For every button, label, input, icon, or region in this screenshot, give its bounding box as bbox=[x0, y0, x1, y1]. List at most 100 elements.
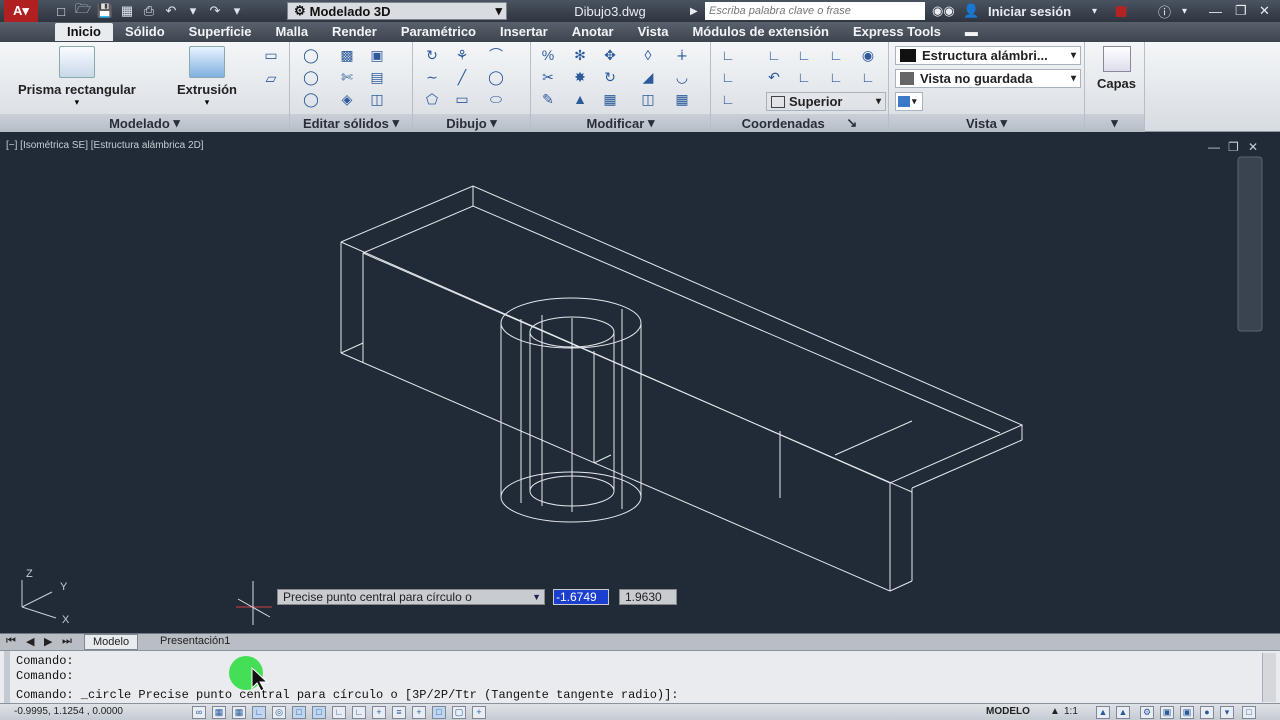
ucs-view-icon[interactable]: ∟ bbox=[825, 45, 847, 65]
panel-title-modelado[interactable]: Modelado ▾ bbox=[0, 114, 289, 132]
snap-mode-icon[interactable]: ▦ bbox=[212, 706, 226, 719]
command-grip[interactable] bbox=[4, 651, 10, 704]
selection-cycling-icon[interactable]: ▢ bbox=[452, 706, 466, 719]
edit-pencil-icon[interactable]: ✎ bbox=[537, 89, 559, 109]
layers-button[interactable]: Capas bbox=[1097, 46, 1136, 91]
extrude-button[interactable]: Extrusión ▾ bbox=[177, 46, 237, 108]
clean-screen-icon[interactable]: □ bbox=[1242, 706, 1256, 719]
rectangle-icon[interactable]: ▭ bbox=[451, 89, 473, 109]
coordinates-readout[interactable]: -0.9995, 1.1254 , 0.0000 bbox=[14, 706, 123, 717]
slice-icon[interactable]: ▣ bbox=[366, 45, 388, 65]
isolate-objects-icon[interactable]: ● bbox=[1200, 706, 1214, 719]
subtract-icon[interactable]: ◯ bbox=[300, 67, 322, 87]
mirror-icon[interactable]: ◊ bbox=[637, 45, 659, 65]
helix-icon[interactable]: ⚘ bbox=[451, 45, 473, 65]
ucs-previous-icon[interactable]: ↶ bbox=[763, 67, 785, 87]
drawing-canvas[interactable]: Z Y X — ❐ ✕ bbox=[0, 133, 1280, 633]
minimize-icon[interactable]: — bbox=[1209, 0, 1222, 22]
command-window[interactable]: Comando: Comando: Comando: _circle Preci… bbox=[0, 650, 1280, 704]
drawing-viewport[interactable]: [−] [Isométrica SE] [Estructura alámbric… bbox=[0, 133, 1280, 655]
annotation-scale[interactable]: 1:1 bbox=[1064, 706, 1078, 717]
tab-inicio[interactable]: Inicio bbox=[55, 23, 113, 41]
panel-title-vista[interactable]: Vista ▾ bbox=[889, 114, 1084, 132]
ucs-z-icon[interactable]: ∟ bbox=[857, 67, 879, 87]
dynamic-ucs-icon[interactable]: ∟ bbox=[352, 706, 366, 719]
presspull-icon[interactable]: ▩ bbox=[336, 45, 358, 65]
workspace-switch-icon[interactable]: ⚙ bbox=[1140, 706, 1154, 719]
smooth-object-icon[interactable]: ▭ bbox=[260, 45, 282, 65]
3d-move-icon[interactable]: ✥ bbox=[599, 45, 621, 65]
print-icon[interactable]: ⎙ bbox=[138, 2, 160, 20]
ucs-icon[interactable]: ∟ bbox=[717, 45, 739, 65]
tab-superficie[interactable]: Superficie bbox=[177, 23, 264, 41]
viewport-restore-icon[interactable]: ❐ bbox=[1228, 140, 1239, 154]
ucs-y-icon[interactable]: ∟ bbox=[825, 67, 847, 87]
next-layout-icon[interactable]: ▶ bbox=[44, 635, 52, 648]
ellipse-icon[interactable]: ⬭ bbox=[485, 89, 507, 109]
command-scrollbar[interactable] bbox=[1262, 653, 1276, 702]
ucs-named-icon[interactable]: ∟ bbox=[717, 67, 739, 87]
view-direction-select[interactable]: Superior ▾ bbox=[766, 92, 886, 111]
3d-array-icon[interactable]: ▲ bbox=[569, 89, 591, 109]
dynamic-input-icon[interactable]: + bbox=[372, 706, 386, 719]
command-input[interactable]: Comando: _circle Precise punto central p… bbox=[16, 688, 679, 702]
line-icon[interactable]: ╱ bbox=[451, 67, 473, 87]
polysolid-icon[interactable]: ↻ bbox=[421, 45, 443, 65]
ortho-mode-icon[interactable]: ∟ bbox=[252, 706, 266, 719]
model-space-toggle[interactable]: MODELO bbox=[986, 706, 1030, 717]
intersect-icon[interactable]: ◯ bbox=[300, 89, 322, 109]
polygon-icon[interactable]: ⬠ bbox=[421, 89, 443, 109]
dynamic-input-x[interactable]: -1.6749 bbox=[553, 589, 609, 605]
extract-edges-icon[interactable]: ▤ bbox=[366, 67, 388, 87]
3d-align-icon[interactable]: ✸ bbox=[569, 67, 591, 87]
erase-icon[interactable]: ✂ bbox=[537, 67, 559, 87]
tab-insertar[interactable]: Insertar bbox=[488, 23, 560, 41]
help-dropdown-icon[interactable]: ▾ bbox=[1182, 0, 1187, 22]
tab-modulos[interactable]: Módulos de extensión bbox=[680, 23, 841, 41]
infer-constraints-icon[interactable]: ∞ bbox=[192, 706, 206, 719]
tab-vista[interactable]: Vista bbox=[626, 23, 681, 41]
quick-properties-icon[interactable]: □ bbox=[432, 706, 446, 719]
hardware-accel-icon[interactable]: ▣ bbox=[1180, 706, 1194, 719]
exchange-icon[interactable]: ▦ bbox=[1115, 0, 1127, 22]
annotation-scale-icon[interactable]: ▲ bbox=[1050, 706, 1060, 717]
3d-rotate-icon[interactable]: ✻ bbox=[569, 45, 591, 65]
restore-icon[interactable]: ❐ bbox=[1235, 0, 1247, 22]
ucs-origin-icon[interactable]: ∟ bbox=[793, 45, 815, 65]
panel-title-coordenadas[interactable]: Coordenadas ↘ bbox=[711, 114, 888, 132]
object-snap-icon[interactable]: □ bbox=[292, 706, 306, 719]
object-snap-tracking-icon[interactable]: ∟ bbox=[332, 706, 346, 719]
tab-render[interactable]: Render bbox=[320, 23, 389, 41]
trim-icon[interactable]: ∔ bbox=[671, 45, 693, 65]
arc-icon[interactable]: ⌒ bbox=[485, 45, 507, 65]
search-input[interactable]: Escriba palabra clave o frase bbox=[705, 2, 925, 20]
save-icon[interactable]: 💾 bbox=[94, 2, 116, 20]
signin-dropdown-icon[interactable]: ▾ bbox=[1092, 0, 1097, 22]
close-icon[interactable]: ✕ bbox=[1259, 0, 1270, 22]
panel-title-editar[interactable]: Editar sólidos ▾ bbox=[290, 114, 412, 132]
grid-display-icon[interactable]: ▦ bbox=[232, 706, 246, 719]
open-folder-icon[interactable]: 🗁 bbox=[72, 1, 94, 20]
3d-object-snap-icon[interactable]: □ bbox=[312, 706, 326, 719]
tab-solido[interactable]: Sólido bbox=[113, 23, 177, 41]
transparency-icon[interactable]: + bbox=[412, 706, 426, 719]
tab-anotar[interactable]: Anotar bbox=[560, 23, 626, 41]
prev-layout-icon[interactable]: ◀ bbox=[26, 635, 34, 648]
search-expand-icon[interactable]: ▶ bbox=[690, 0, 698, 22]
ribbon-minimize-icon[interactable]: ▬ bbox=[953, 23, 990, 41]
extrude-faces-icon[interactable]: ◫ bbox=[366, 89, 388, 109]
viewport-minimize-icon[interactable]: — bbox=[1208, 140, 1220, 154]
ucs-object-icon[interactable]: ◉ bbox=[857, 45, 879, 65]
polar-tracking-icon[interactable]: ◎ bbox=[272, 706, 286, 719]
section-plane-icon[interactable]: ▱ bbox=[260, 68, 282, 88]
copy-icon[interactable]: ▦ bbox=[599, 89, 621, 109]
status-menu-icon[interactable]: ▾ bbox=[1220, 706, 1234, 719]
stretch-icon[interactable]: ◢ bbox=[637, 67, 659, 87]
tab-parametrico[interactable]: Paramétrico bbox=[389, 23, 488, 41]
undo-icon[interactable]: ↶ bbox=[160, 2, 182, 20]
lock-icon[interactable]: ▣ bbox=[1160, 706, 1174, 719]
lineweight-icon[interactable]: ≡ bbox=[392, 706, 406, 719]
navigation-bar[interactable] bbox=[1237, 156, 1263, 332]
redo-dropdown-icon[interactable]: ▾ bbox=[226, 2, 248, 20]
app-menu-button[interactable]: A▾ bbox=[4, 0, 38, 22]
